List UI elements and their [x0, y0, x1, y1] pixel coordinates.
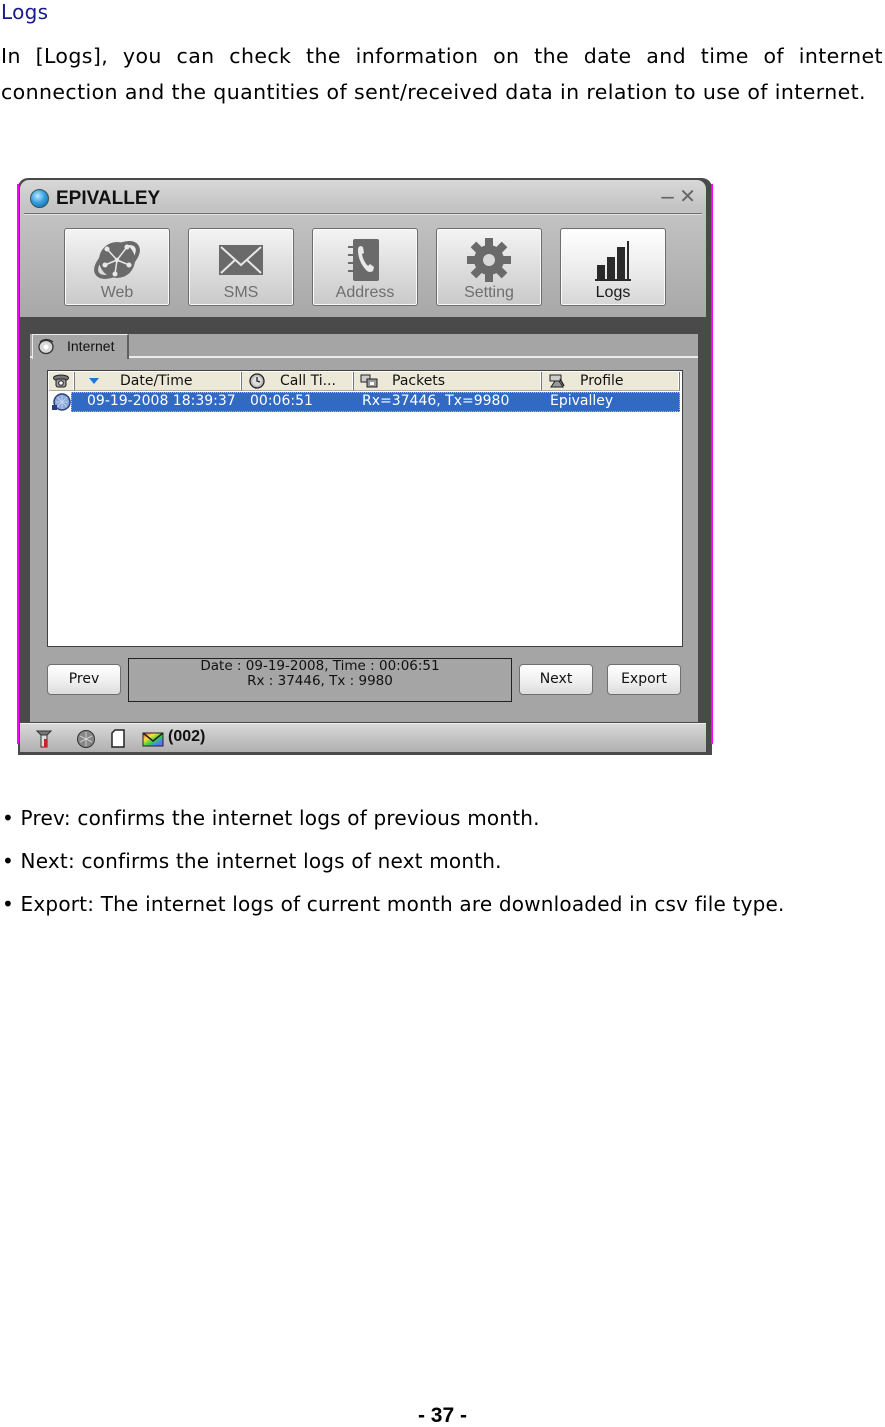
nav-setting-button[interactable]: Setting: [436, 228, 542, 306]
globe-network-icon: [94, 241, 140, 279]
page-number: - 37 -: [417, 1404, 467, 1427]
cell-packets: Rx=37446, Tx=9980: [362, 393, 510, 409]
title-separator: [24, 213, 702, 215]
column-header-packets-label: Packets: [392, 373, 446, 389]
column-header-packets[interactable]: Packets: [354, 372, 542, 391]
title-bar: EPIVALLEY − ✕ Web SMS Address Setting Lo…: [20, 180, 706, 317]
phone-icon: [53, 374, 69, 388]
logs-panel: Internet Date/Time Call Ti... Packets Pr…: [30, 334, 698, 722]
tab-internet[interactable]: Internet: [32, 334, 129, 359]
nav-logs-label: Logs: [595, 284, 631, 301]
close-button[interactable]: ✕: [679, 184, 696, 208]
export-button[interactable]: Export: [607, 664, 681, 695]
column-header-type[interactable]: [49, 372, 75, 391]
message-count: (002): [168, 728, 206, 745]
envelope-icon: [219, 245, 263, 275]
app-window: EPIVALLEY − ✕ Web SMS Address Setting Lo…: [17, 178, 713, 755]
nav-web-button[interactable]: Web: [64, 228, 170, 306]
nav-address-label: Address: [335, 284, 395, 301]
column-header-calltime-label: Call Ti...: [280, 373, 336, 389]
logs-list[interactable]: Date/Time Call Ti... Packets Profile 09-…: [47, 370, 683, 647]
button-descriptions: • Prev: confirms the internet logs of pr…: [2, 797, 882, 926]
signal-bars-icon: [595, 241, 631, 281]
column-header-datetime[interactable]: Date/Time: [75, 372, 242, 391]
internet-connection-icon: [52, 393, 71, 411]
nav-address-button[interactable]: Address: [312, 228, 418, 306]
intro-paragraph: In [Logs], you can check the information…: [1, 44, 883, 104]
packets-icon: [360, 374, 378, 388]
bullet-export: • Export: The internet logs of current m…: [2, 892, 785, 916]
prev-button[interactable]: Prev: [47, 664, 121, 695]
nav-logs-button[interactable]: Logs: [560, 228, 666, 306]
minimize-button[interactable]: −: [659, 185, 676, 209]
column-header-profile-label: Profile: [580, 373, 624, 389]
profile-icon: [549, 374, 565, 388]
column-header-datetime-label: Date/Time: [120, 373, 193, 389]
sort-descending-icon: [89, 378, 99, 384]
column-header-profile[interactable]: Profile: [542, 372, 680, 391]
nav-sms-button[interactable]: SMS: [188, 228, 294, 306]
sim-card-icon: [111, 729, 125, 748]
nav-web-label: Web: [100, 284, 134, 301]
status-bar: (002): [20, 723, 706, 752]
signal-strength-icon: [36, 730, 52, 748]
connection-globe-icon: [77, 730, 95, 748]
log-row[interactable]: 09-19-2008 18:39:37 00:06:51 Rx=37446, T…: [49, 392, 680, 412]
gear-icon: [467, 238, 511, 282]
list-header: Date/Time Call Ti... Packets Profile: [49, 372, 680, 391]
summary-line-datetime: Date : 09-19-2008, Time : 00:06:51: [200, 658, 440, 674]
nav-setting-label: Setting: [464, 284, 514, 301]
bullet-next: • Next: confirms the internet logs of ne…: [2, 849, 502, 873]
frame-marker-left: [17, 184, 19, 744]
log-summary-box: Date : 09-19-2008, Time : 00:06:51 Rx : …: [128, 658, 512, 702]
next-button[interactable]: Next: [519, 664, 593, 695]
bullet-prev: • Prev: confirms the internet logs of pr…: [2, 806, 540, 830]
cell-datetime: 09-19-2008 18:39:37: [87, 393, 236, 409]
frame-marker-right: [711, 184, 713, 744]
section-title: Logs: [1, 0, 49, 24]
tab-strip: [30, 356, 698, 358]
summary-line-packets: Rx : 37446, Tx : 9980: [247, 673, 393, 689]
cell-calltime: 00:06:51: [250, 393, 313, 409]
internet-globe-icon: [38, 338, 54, 355]
app-title: EPIVALLEY: [56, 188, 161, 209]
tab-internet-label: Internet: [67, 338, 115, 354]
cell-profile: Epivalley: [550, 393, 614, 409]
column-header-calltime[interactable]: Call Ti...: [242, 372, 354, 391]
address-book-phone-icon: [348, 239, 379, 281]
app-logo-icon: [30, 189, 49, 208]
nav-sms-label: SMS: [223, 284, 259, 301]
message-envelope-icon: [142, 732, 164, 747]
clock-icon: [249, 373, 265, 389]
